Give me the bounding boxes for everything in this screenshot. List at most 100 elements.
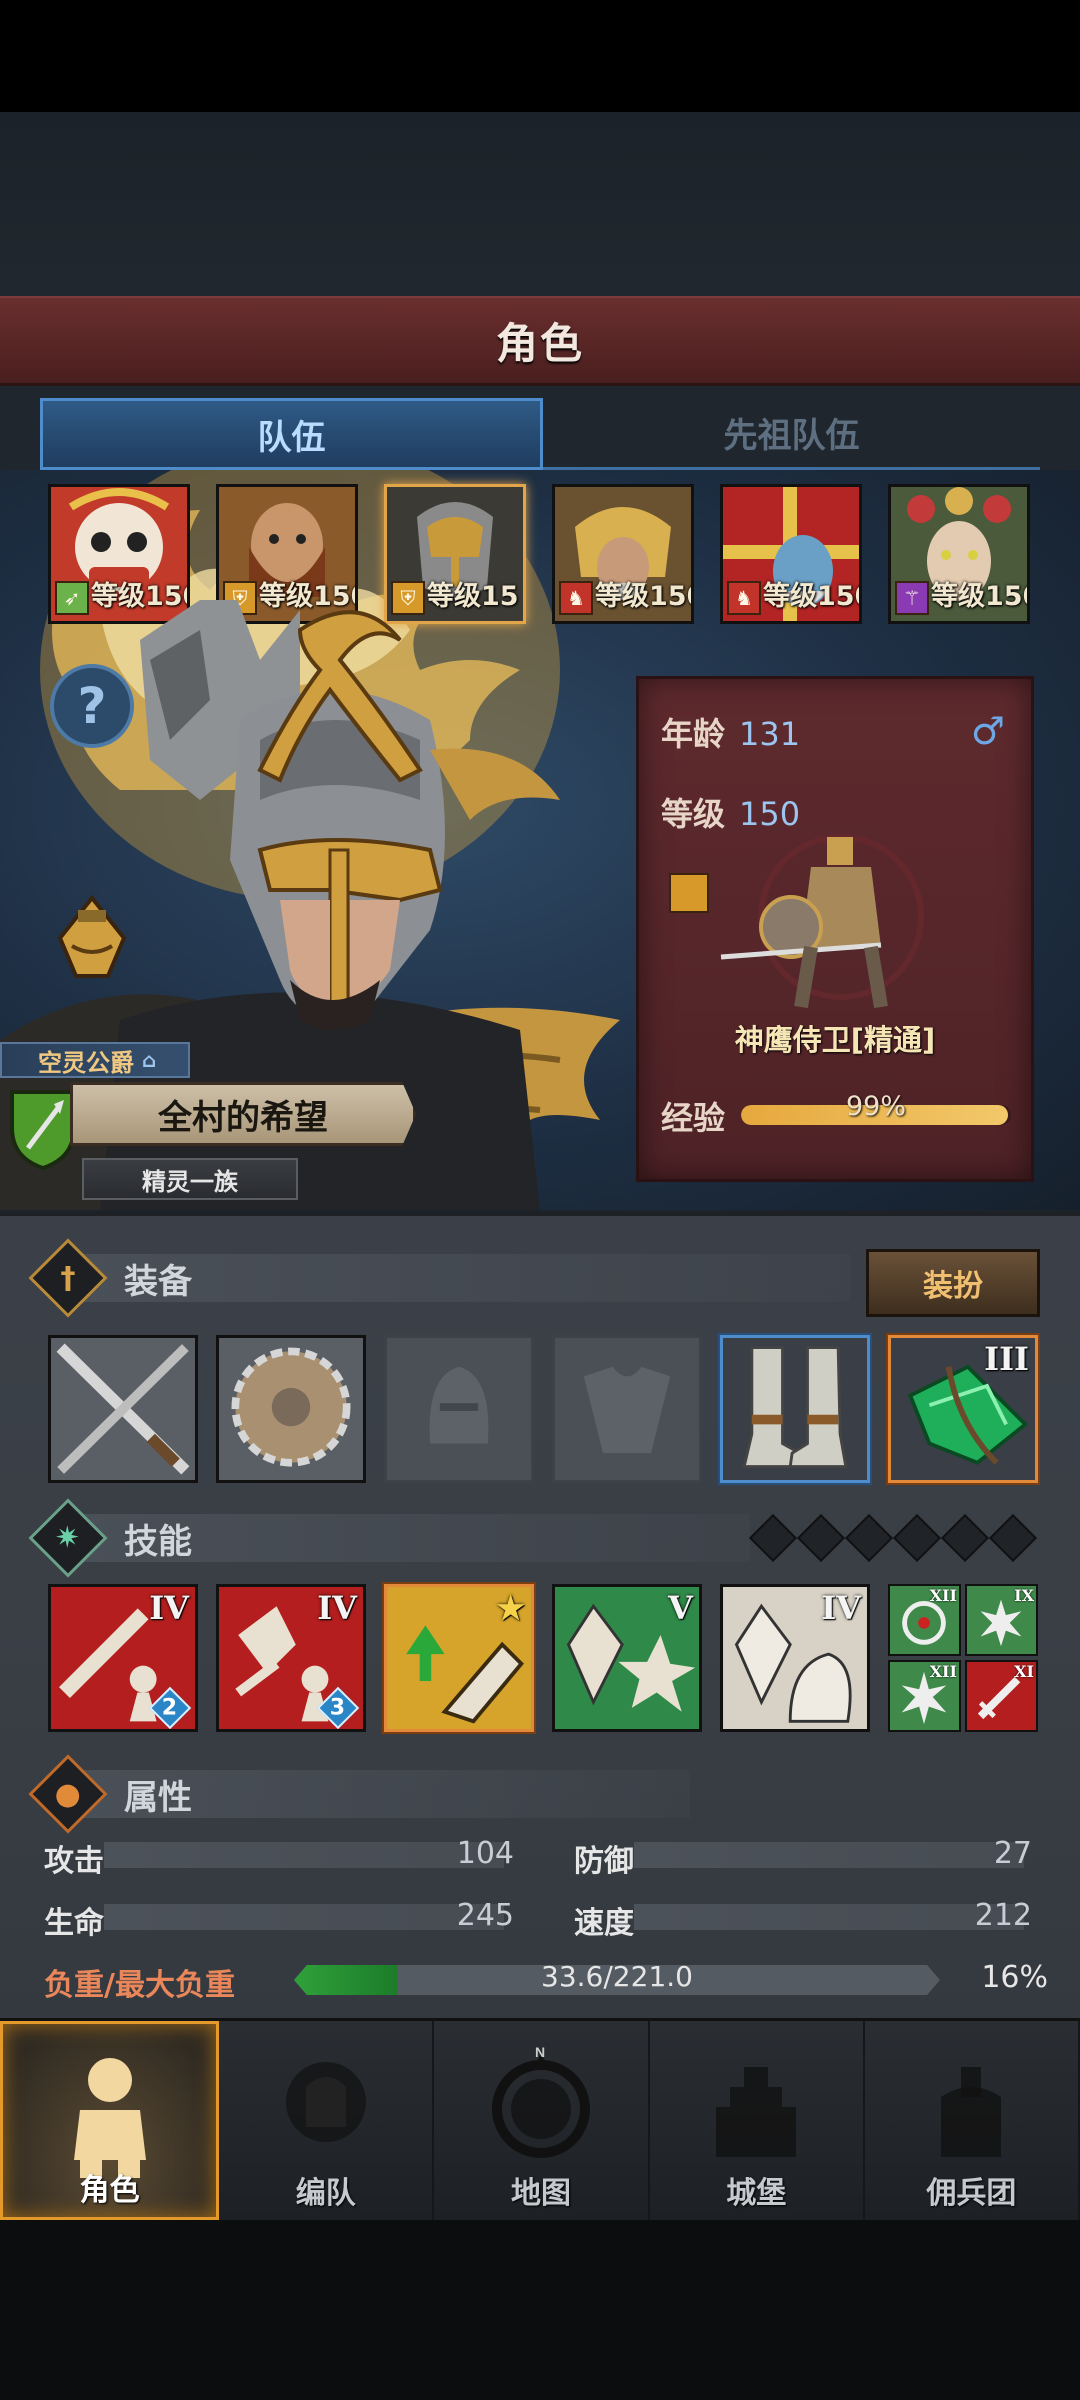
- skill-slot-5[interactable]: IV: [720, 1584, 870, 1732]
- star-burst-icon: ✷: [28, 1498, 108, 1578]
- unit-figure: [720, 834, 924, 1009]
- nav-formation[interactable]: 编队: [219, 2021, 435, 2220]
- attributes-section-header: ● 属性: [28, 1754, 192, 1834]
- formation-icon: [285, 2062, 366, 2142]
- helmet-slot-icon: [429, 1366, 489, 1444]
- castle-icon: [716, 2067, 797, 2157]
- hp-label: 生命: [44, 1906, 104, 1941]
- passive-skill-1[interactable]: XII: [888, 1584, 961, 1656]
- skill-rank-star: ★: [496, 1589, 525, 1627]
- exp-label: 经验: [661, 1099, 726, 1137]
- outfit-button[interactable]: 装扮: [866, 1249, 1040, 1317]
- age-row: 年龄 131: [661, 709, 800, 755]
- help-button[interactable]: ?: [50, 664, 134, 748]
- tab-team[interactable]: 队伍: [40, 398, 543, 470]
- equip-slot-boots[interactable]: [720, 1335, 870, 1483]
- outfit-button-label: 装扮: [923, 1269, 983, 1304]
- noble-title-tag: 空灵公爵 ⌂: [0, 1042, 190, 1078]
- empty-gem-icon: [844, 1513, 894, 1563]
- passive-rank: XI: [1014, 1662, 1034, 1681]
- attack-label: 攻击: [44, 1844, 104, 1879]
- passive-skill-2[interactable]: IX: [965, 1584, 1038, 1656]
- stat-bar: [634, 1904, 1024, 1930]
- crossed-swords-icon: [51, 1338, 195, 1480]
- hero-info-card: 年龄 131 ♂ 等级 150 神鹰侍卫[精通] 经验 99%: [636, 676, 1034, 1182]
- attack-stat: 攻击 104: [44, 1832, 514, 1879]
- load-label: 负重/最大负重: [44, 1968, 235, 2003]
- passive-rank: XII: [929, 1662, 957, 1681]
- faction-crest-icon: [10, 1090, 76, 1170]
- person-icon: ●: [28, 1754, 108, 1834]
- passive-skill-grid: XII IX XII XI: [888, 1584, 1038, 1732]
- equipment-slots: III: [48, 1335, 1038, 1483]
- team-member-level: 等级150: [931, 581, 1027, 612]
- equip-slot-offhand[interactable]: [216, 1335, 366, 1483]
- speed-value: 212: [974, 1898, 1032, 1933]
- equip-slot-weapon[interactable]: [48, 1335, 198, 1483]
- team-member-6[interactable]: ⚚ 等级150: [888, 484, 1030, 624]
- skill-rank: IV: [821, 1589, 861, 1627]
- hp-value: 245: [456, 1898, 514, 1933]
- svg-text:N: N: [535, 2047, 545, 2060]
- hero-name-plate[interactable]: 全村的希望: [70, 1082, 416, 1146]
- empty-gem-icon: [892, 1513, 942, 1563]
- empty-gem-icon: [748, 1513, 798, 1563]
- staff-class-icon: ⚚: [895, 581, 929, 615]
- nav-mercenary-label: 佣兵团: [926, 2176, 1017, 2211]
- noble-title-text: 空灵公爵: [38, 1048, 134, 1077]
- knight-armor-icon: [73, 2058, 146, 2178]
- empty-gem-icon: [940, 1513, 990, 1563]
- bottom-navigation: 角色 编队 N 地图 城堡 佣兵团: [0, 2018, 1080, 2220]
- passive-skill-4[interactable]: XI: [965, 1660, 1038, 1732]
- team-member-level: 等级150: [763, 581, 859, 612]
- male-symbol-icon: ♂: [970, 709, 1005, 753]
- item-rank: III: [984, 1340, 1029, 1378]
- stat-bar: [634, 1842, 1024, 1868]
- passive-rank: IX: [1014, 1586, 1034, 1605]
- nav-castle[interactable]: 城堡: [650, 2021, 865, 2220]
- skill-slot-3[interactable]: ★: [384, 1584, 534, 1732]
- passive-rank: XII: [929, 1586, 957, 1605]
- nav-mercenary[interactable]: 佣兵团: [865, 2021, 1080, 2220]
- nav-character[interactable]: 角色: [0, 2021, 220, 2220]
- equip-slot-accessory[interactable]: III: [888, 1335, 1038, 1483]
- speed-stat: 速度 212: [574, 1894, 1032, 1941]
- skill-slots: IV 2 IV 3 ★ V IV XII IX XII XI: [48, 1584, 1038, 1732]
- age-label: 年龄: [661, 715, 726, 753]
- skill-slot-2[interactable]: IV 3: [216, 1584, 366, 1732]
- skill-rank: IV: [149, 1589, 189, 1627]
- equip-slot-helmet[interactable]: [384, 1335, 534, 1483]
- skill-rank: IV: [317, 1589, 357, 1627]
- empty-gem-icon: [988, 1513, 1038, 1563]
- team-tabs: 队伍 先祖队伍: [40, 398, 1040, 470]
- steel-boots-icon: [723, 1338, 867, 1480]
- mercenary-banner-icon: [941, 2067, 1002, 2157]
- inventory-bag-icon[interactable]: [52, 892, 132, 982]
- load-percent: 16%: [981, 1960, 1048, 1995]
- bladed-shield-icon: [219, 1338, 363, 1480]
- equipment-section-header: † 装备: [28, 1238, 192, 1318]
- equip-slot-armor[interactable]: [552, 1335, 702, 1483]
- nav-castle-label: 城堡: [726, 2176, 787, 2211]
- skill-slot-4[interactable]: V: [552, 1584, 702, 1732]
- page-header: 角色: [0, 296, 1080, 386]
- horse-class-icon: ♞: [727, 581, 761, 615]
- skills-title: 技能: [124, 1521, 192, 1562]
- nav-map-label: 地图: [511, 2176, 571, 2211]
- tab-team-label: 队伍: [257, 417, 326, 458]
- dagger-icon: †: [28, 1238, 108, 1318]
- nav-character-label: 角色: [79, 2173, 140, 2208]
- passive-skill-3[interactable]: XII: [888, 1660, 961, 1732]
- skill-slot-1[interactable]: IV 2: [48, 1584, 198, 1732]
- hero-race-plate: 精灵一族: [82, 1158, 298, 1200]
- skills-section-header: ✷ 技能: [28, 1498, 192, 1578]
- hero-race: 精灵一族: [142, 1167, 238, 1196]
- exp-percent-text: 99%: [845, 1091, 906, 1122]
- tab-ancestor-team[interactable]: 先祖队伍: [543, 398, 1040, 470]
- team-member-5[interactable]: ♞ 等级150: [720, 484, 862, 624]
- stat-bar: [104, 1904, 504, 1930]
- nav-map[interactable]: N 地图: [434, 2021, 650, 2220]
- unit-class-name: 神鹰侍卫[精通]: [734, 1023, 936, 1057]
- skill-slot-gems: [748, 1513, 1038, 1563]
- armor-slot-icon: [583, 1366, 671, 1454]
